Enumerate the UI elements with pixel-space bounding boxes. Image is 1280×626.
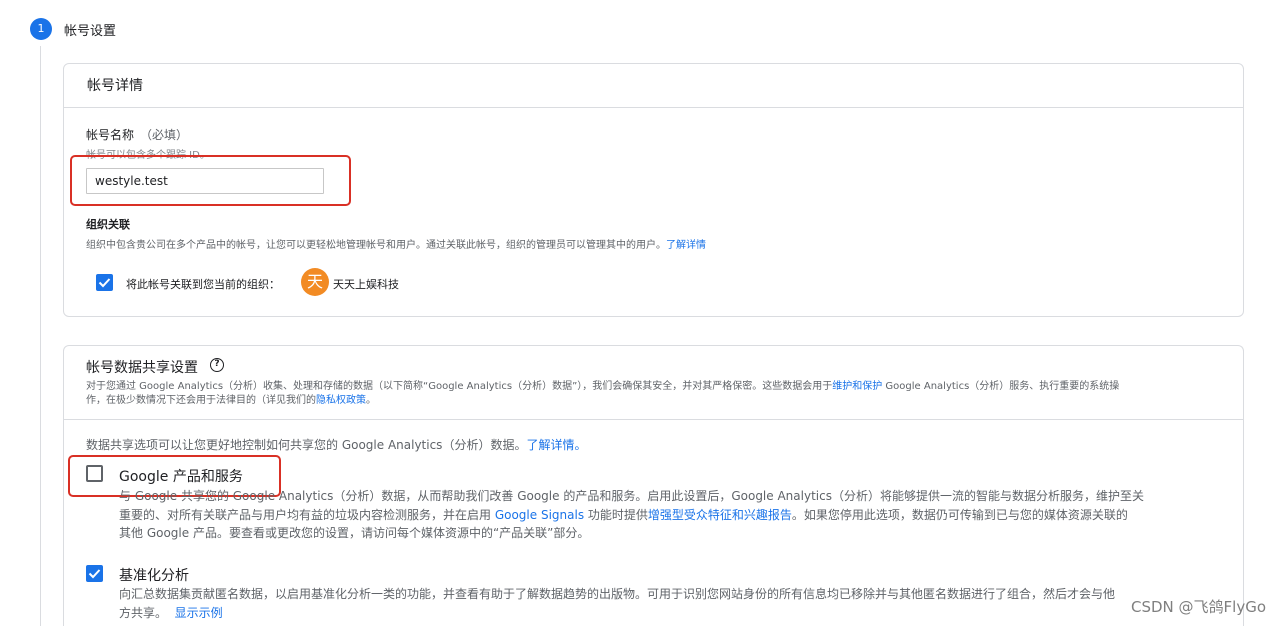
gp-line2-text: 重要的、对所有关联产品与用户均有益的垃圾内容检测服务，并在启用	[119, 507, 495, 522]
step-connector-line	[40, 46, 41, 626]
step-title: 帐号设置	[64, 24, 117, 39]
required-marker: （必填）	[140, 128, 189, 142]
org-name: 天天上娱科技	[333, 278, 399, 291]
bm-line2-text: 方共享。	[119, 605, 168, 620]
benchmarking-desc: 向汇总数据集贡献匿名数据，以启用基准化分析一类的功能，并查看有助于了解数据趋势的…	[119, 585, 1209, 622]
google-signals-link[interactable]: Google Signals	[495, 508, 584, 522]
sharing-intro: 数据共享选项可以让您更好地控制如何共享您的 Google Analytics（分…	[86, 436, 586, 453]
watermark: CSDN @飞鸽FlyGo	[1130, 598, 1266, 616]
org-association-desc-text: 组织中包含贵公司在多个产品中的帐号，让您可以更轻松地管理帐号和用户。通过关联此帐…	[86, 240, 666, 251]
account-details-title: 帐号详情	[87, 78, 143, 94]
google-products-desc-line1: 与 Google 共享您的 Google Analytics（分析）数据，从而帮…	[119, 489, 1144, 503]
section-divider	[64, 419, 1243, 420]
account-details-header: 帐号详情	[64, 64, 1243, 108]
org-association-desc: 组织中包含贵公司在多个产品中的帐号，让您可以更轻松地管理帐号和用户。通过关联此帐…	[86, 236, 706, 251]
step-number-badge: 1	[30, 18, 52, 40]
org-association-title: 组织关联	[86, 218, 130, 231]
gp-line2-text-3: 。如果您停用此选项，数据仍可传输到已与您的媒体资源关联的	[791, 507, 1128, 522]
maintain-protect-link[interactable]: 维护和保护	[832, 381, 882, 392]
account-name-label: 帐号名称 （必填）	[86, 126, 188, 143]
benchmarking-checkbox[interactable]	[86, 565, 103, 582]
gp-line2-text-2: 功能时提供	[584, 507, 648, 522]
desc-line2-text: 作，在极少数情况下还会用于法律目的（详见我们的	[86, 395, 316, 406]
org-learn-more-link[interactable]: 了解详情	[666, 240, 706, 251]
enhanced-demographics-link[interactable]: 增强型受众特征和兴趣报告	[648, 508, 792, 522]
annotation-highlight-account-name	[70, 155, 351, 206]
show-example-link[interactable]: 显示示例	[175, 606, 223, 620]
benchmarking-desc-line1: 向汇总数据集贡献匿名数据，以启用基准化分析一类的功能，并查看有助于了解数据趋势的…	[119, 587, 1116, 601]
sharing-intro-text: 数据共享选项可以让您更好地控制如何共享您的 Google Analytics（分…	[86, 438, 527, 452]
google-products-desc-line2: 重要的、对所有关联产品与用户均有益的垃圾内容检测服务，并在启用 Google S…	[119, 506, 1209, 525]
desc-line2-text-2: 。	[366, 395, 376, 406]
sharing-learn-more-link[interactable]: 了解详情。	[526, 438, 586, 452]
benchmarking-title: 基准化分析	[119, 568, 189, 584]
privacy-policy-link[interactable]: 隐私权政策	[316, 395, 366, 406]
data-sharing-desc-line1: 对于您通过 Google Analytics（分析）收集、处理和存储的数据（以下…	[86, 377, 1119, 392]
google-products-desc: 与 Google 共享您的 Google Analytics（分析）数据，从而帮…	[119, 487, 1209, 543]
link-org-checkbox[interactable]	[96, 274, 113, 291]
link-org-checkbox-label: 将此帐号关联到您当前的组织：	[126, 278, 280, 291]
checkmark-icon	[88, 569, 101, 579]
checkmark-icon	[98, 278, 111, 288]
desc-line1-text-2: Google Analytics（分析）服务、执行重要的系统操	[882, 381, 1120, 392]
benchmarking-desc-line2: 方共享。 显示示例	[119, 604, 1209, 623]
org-avatar: 天	[301, 268, 329, 296]
google-products-desc-line3: 其他 Google 产品。要查看或更改您的设置，请访问每个媒体资源中的“产品关联…	[119, 526, 590, 540]
help-icon[interactable]: ?	[210, 358, 224, 372]
account-name-label-text: 帐号名称	[86, 128, 135, 142]
data-sharing-desc-line2: 作，在极少数情况下还会用于法律目的（详见我们的隐私权政策。	[86, 391, 376, 406]
data-sharing-title: 帐号数据共享设置	[86, 360, 198, 376]
